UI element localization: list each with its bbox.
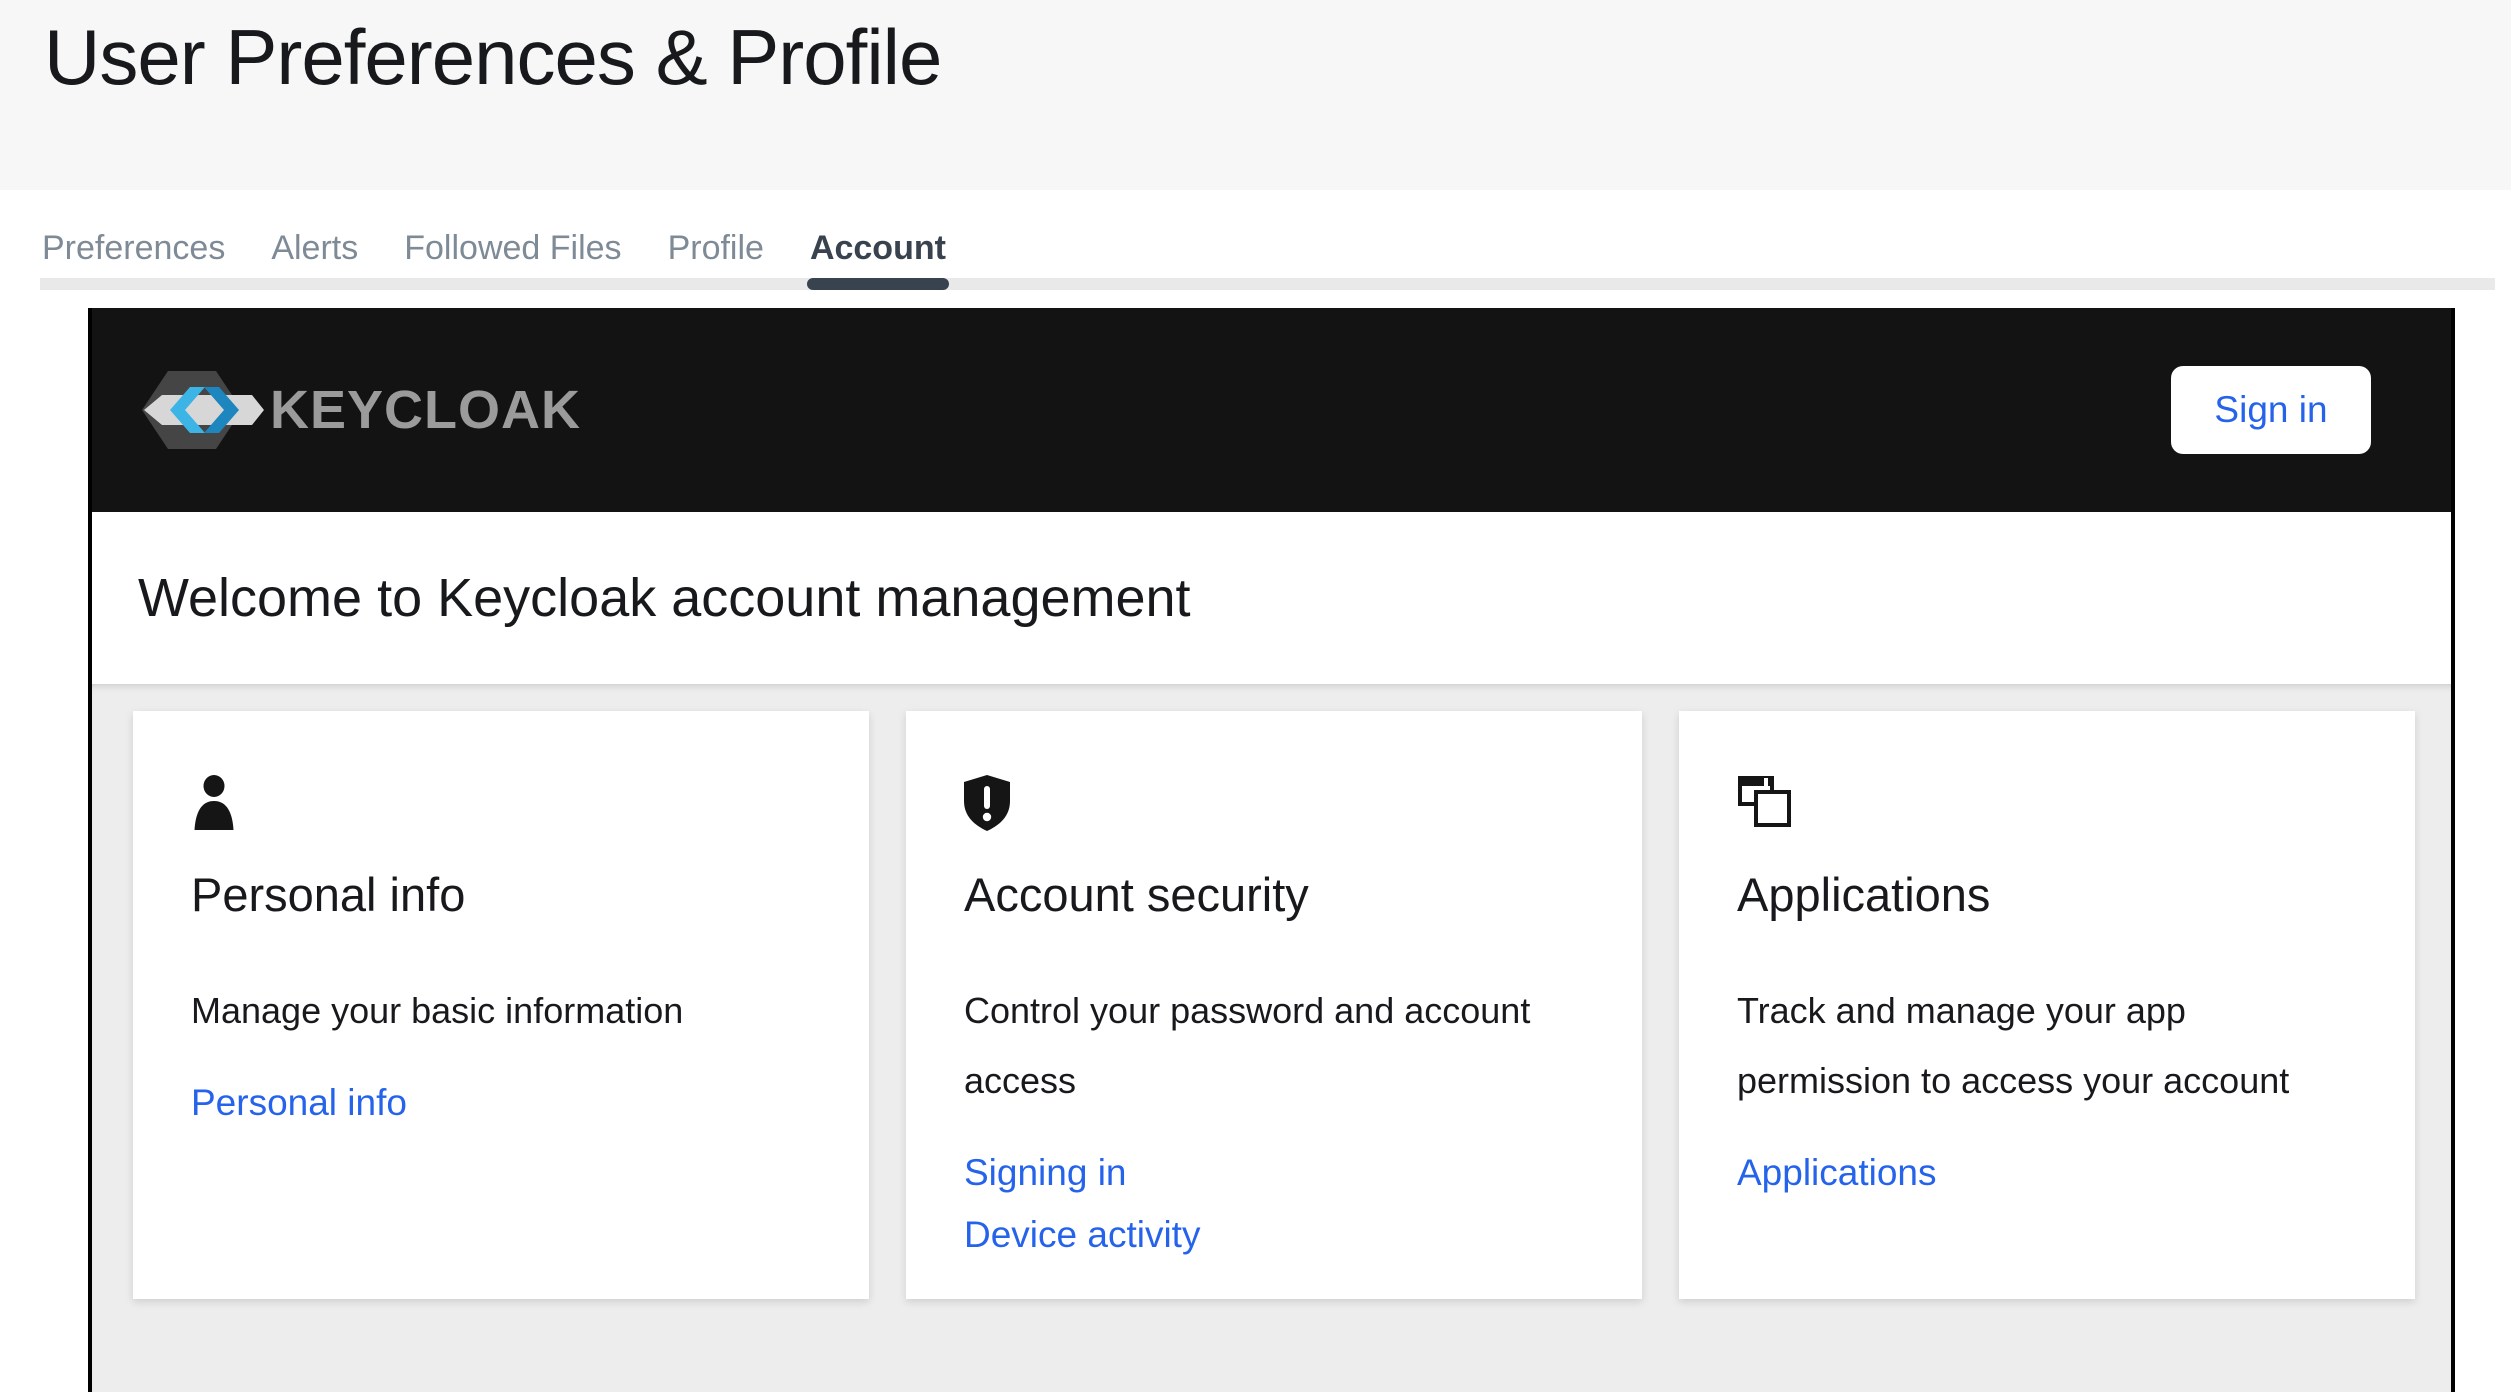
card-description: Track and manage your app permission to … xyxy=(1737,976,2357,1116)
card-links: Personal info xyxy=(191,1072,811,1134)
account-cards: Personal info Manage your basic informat… xyxy=(92,684,2451,1392)
keycloak-logo-icon xyxy=(142,367,266,453)
page-header: User Preferences & Profile xyxy=(0,0,2511,190)
card-links: Signing in Device activity xyxy=(964,1142,1584,1266)
tab-profile[interactable]: Profile xyxy=(668,228,764,268)
device-activity-link[interactable]: Device activity xyxy=(964,1204,1200,1266)
card-title: Account security xyxy=(964,867,1584,922)
sign-in-button[interactable]: Sign in xyxy=(2171,366,2371,454)
keycloak-header: KEYCLOAK Sign in xyxy=(92,308,2451,512)
card-description: Control your password and account access xyxy=(964,976,1584,1116)
tab-strip: Preferences Alerts Followed Files Profil… xyxy=(0,190,2511,308)
tabs-nav: Preferences Alerts Followed Files Profil… xyxy=(0,190,2511,268)
page-title: User Preferences & Profile xyxy=(0,0,2511,103)
tab-account[interactable]: Account xyxy=(810,228,946,268)
welcome-band: Welcome to Keycloak account management xyxy=(92,512,2451,684)
card-title: Applications xyxy=(1737,867,2357,922)
shield-exclamation-icon xyxy=(964,775,1584,831)
signing-in-link[interactable]: Signing in xyxy=(964,1142,1127,1204)
keycloak-panel: KEYCLOAK Sign in Welcome to Keycloak acc… xyxy=(88,308,2455,1392)
card-title: Personal info xyxy=(191,867,811,922)
user-icon xyxy=(191,775,811,831)
keycloak-brand-text: KEYCLOAK xyxy=(270,379,581,441)
card-description: Manage your basic information xyxy=(191,976,811,1046)
card-personal-info: Personal info Manage your basic informat… xyxy=(133,711,869,1299)
keycloak-logo[interactable]: KEYCLOAK xyxy=(142,367,581,453)
tab-preferences[interactable]: Preferences xyxy=(42,228,225,268)
applications-link[interactable]: Applications xyxy=(1737,1142,1937,1204)
tab-alerts[interactable]: Alerts xyxy=(271,228,358,268)
card-links: Applications xyxy=(1737,1142,2357,1204)
personal-info-link[interactable]: Personal info xyxy=(191,1072,407,1134)
tabs-divider xyxy=(40,278,2495,290)
card-applications: Applications Track and manage your app p… xyxy=(1679,711,2415,1299)
welcome-heading: Welcome to Keycloak account management xyxy=(138,567,1191,629)
card-account-security: Account security Control your password a… xyxy=(906,711,1642,1299)
tab-followed-files[interactable]: Followed Files xyxy=(404,228,621,268)
applications-windows-icon xyxy=(1737,775,2357,831)
